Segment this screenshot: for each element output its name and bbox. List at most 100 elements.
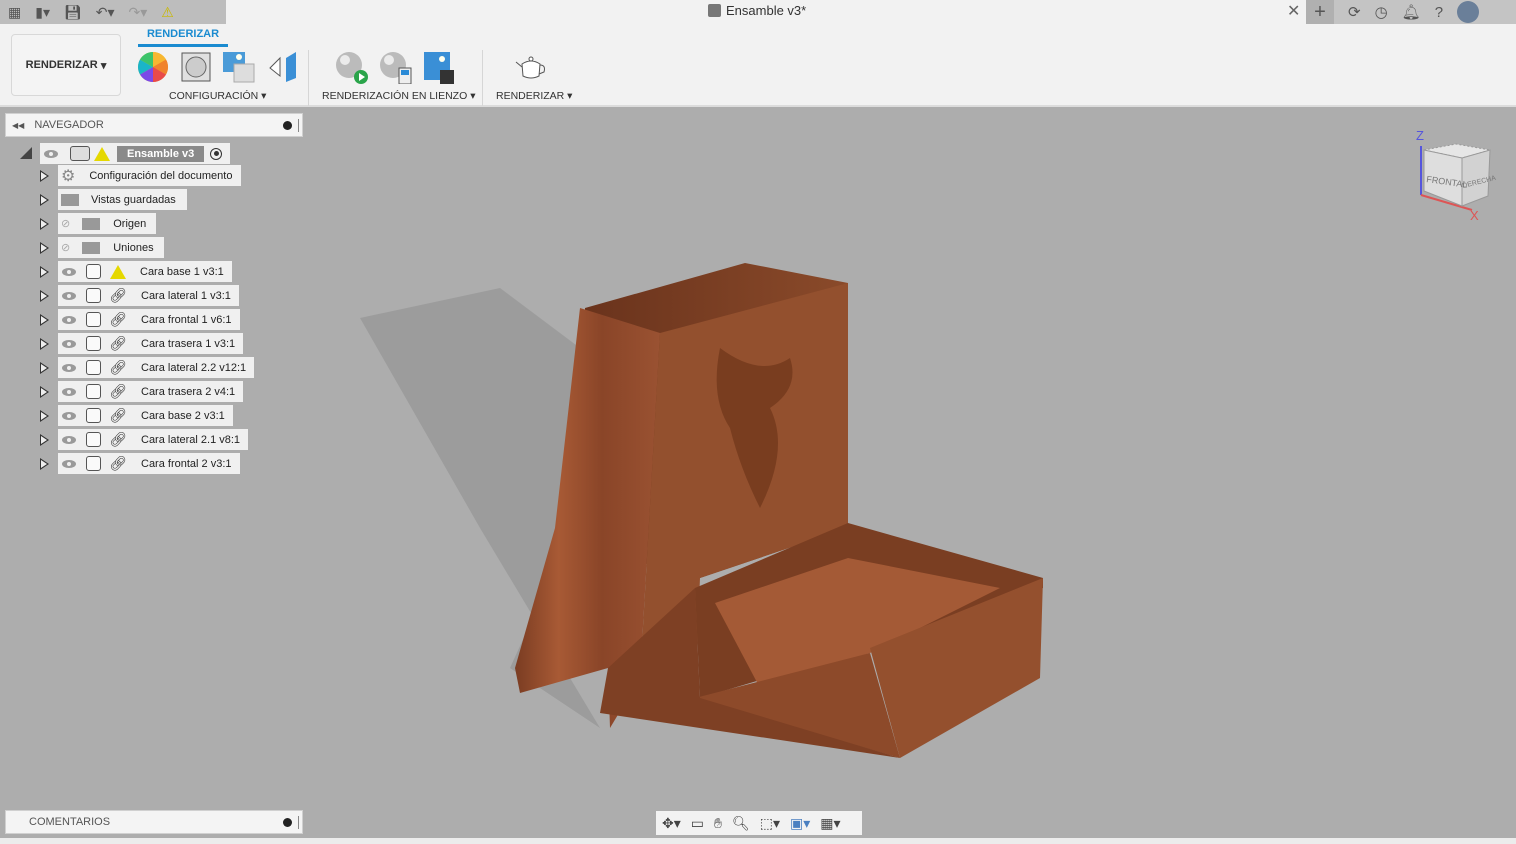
visibility-eye-icon[interactable] [62,411,76,420]
help-icon[interactable]: ? [1435,4,1443,21]
orbit-icon[interactable]: ✥▾ [662,815,681,832]
tree-item[interactable]: 🔗︎ Cara frontal 2 v3:1 [58,453,240,474]
link-icon: 🔗︎ [109,431,127,447]
navigator-header[interactable]: ◀◀ NAVEGADOR [5,113,303,137]
in-canvas-render-settings-icon[interactable] [378,50,412,84]
tree-item[interactable]: 🔗︎ Cara frontal 1 v6:1 [58,309,240,330]
visibility-eye-icon[interactable] [62,339,76,348]
expand-toggle[interactable] [40,266,49,278]
tree-item[interactable]: 🔗︎ Cara trasera 2 v4:1 [58,381,244,402]
tree-root[interactable]: Ensamble v3 [40,143,230,164]
render-teapot-icon[interactable] [514,50,548,84]
fit-icon[interactable]: ⬚▾ [760,815,780,832]
component-icon [86,432,101,447]
link-icon: 🔗︎ [109,359,127,375]
visibility-eye-icon[interactable] [62,267,76,276]
close-tab-icon[interactable]: ✕ [1287,1,1300,21]
document-title: Ensamble v3* [708,3,806,18]
texture-map-icon[interactable] [222,50,256,84]
renderizar-dropdown[interactable]: RENDERIZAR ▾ [496,90,572,102]
undo-icon[interactable]: ↶▾ [96,4,115,21]
visibility-eye-icon[interactable] [62,315,76,324]
tree-item[interactable]: 🔗︎ Cara lateral 1 v3:1 [58,285,239,306]
display-settings-icon[interactable]: ▣▾ [790,815,810,832]
link-icon: 🔗︎ [109,455,127,471]
scene-settings-icon[interactable] [179,50,213,84]
add-comment-icon[interactable] [283,818,292,827]
warning-icon[interactable]: ⚠ [161,4,174,21]
tree-item[interactable]: Cara base 1 v3:1 [58,261,232,282]
quick-access-toolbar: ▦ ▮▾ 💾︎ ↶▾ ↷▾ ⚠ [0,0,226,24]
folder-icon [82,217,101,230]
expand-toggle[interactable] [40,194,49,206]
decal-icon[interactable] [266,50,300,84]
look-at-icon[interactable]: ▭ [691,815,704,832]
hidden-eye-icon[interactable]: ⊘ [61,217,70,230]
folder-icon [61,193,79,206]
expand-toggle[interactable] [40,434,49,446]
component-icon [86,360,101,375]
tree-item[interactable]: 🔗︎ Cara trasera 1 v3:1 [58,333,244,354]
visibility-eye-icon[interactable] [62,459,76,468]
component-icon [86,288,101,303]
svg-text:Z: Z [1416,128,1424,143]
component-icon [86,312,101,327]
expand-toggle[interactable] [40,386,49,398]
hidden-eye-icon[interactable]: ⊘ [61,241,70,254]
in-canvas-render-icon[interactable] [334,50,368,84]
expand-toggle[interactable] [40,218,49,230]
save-icon[interactable]: 💾︎ [64,4,82,21]
configuracion-dropdown[interactable]: CONFIGURACIÓN ▾ [169,90,266,102]
tree-root-expander[interactable] [20,147,32,159]
grid-icon[interactable]: ▦▾ [820,815,840,832]
tree-item[interactable]: 🔗︎ Cara base 2 v3:1 [58,405,233,426]
tree-item[interactable]: Vistas guardadas [58,189,187,210]
file-icon[interactable]: ▮▾ [35,4,50,21]
title-bar: ▦ ▮▾ 💾︎ ↶▾ ↷▾ ⚠ Ensamble v3* ✕ + ⟳ ◷ 🔔︎ … [0,0,1516,24]
collapse-panel-icon[interactable]: ◀◀ [12,121,24,130]
visibility-eye-icon[interactable] [44,149,58,158]
visibility-eye-icon[interactable] [62,363,76,372]
expand-toggle[interactable] [40,242,49,254]
expand-toggle[interactable] [40,458,49,470]
expand-toggle[interactable] [40,362,49,374]
folder-icon [82,241,101,254]
appearance-icon[interactable] [136,50,170,84]
comments-header[interactable]: COMENTARIOS [5,810,303,834]
pan-icon[interactable]: ✋︎ [714,815,722,832]
renderizacion-en-lienzo-dropdown[interactable]: RENDERIZACIÓN EN LIENZO ▾ [322,90,475,102]
panel-resize-handle[interactable] [298,119,300,132]
user-avatar[interactable] [1457,1,1480,23]
expand-toggle[interactable] [40,410,49,422]
view-cube[interactable]: Z X FRONTAL DERECHA [1416,128,1506,233]
apps-grid-icon[interactable]: ▦ [8,4,21,21]
expand-toggle[interactable] [40,338,49,350]
gear-icon: ⚙ [61,167,76,185]
workspace-switcher[interactable]: RENDERIZAR ▾ [11,34,121,96]
activate-radio-icon[interactable] [210,147,223,160]
zoom-icon[interactable]: 🔍︎ [732,815,750,832]
tab-renderizar[interactable]: RENDERIZAR [138,28,228,47]
visibility-eye-icon[interactable] [62,435,76,444]
document-icon [708,4,721,17]
panel-resize-handle[interactable] [298,816,300,829]
link-icon: 🔗︎ [109,383,127,399]
notifications-icon[interactable]: 🔔︎ [1402,3,1421,21]
minimize-icon[interactable] [283,121,292,130]
tree-item[interactable]: ⚙ Configuración del documento [58,165,242,186]
tree-item[interactable]: ⊘ Uniones [58,237,164,258]
expand-toggle[interactable] [40,170,49,182]
new-tab-icon[interactable]: + [1306,0,1334,24]
visibility-eye-icon[interactable] [62,387,76,396]
tree-item[interactable]: 🔗︎ Cara lateral 2.2 v12:1 [58,357,255,378]
extensions-icon[interactable]: ⟳ [1348,3,1361,21]
component-icon [86,336,101,351]
visibility-eye-icon[interactable] [62,291,76,300]
capture-image-icon[interactable] [422,50,456,84]
history-icon[interactable]: ◷ [1375,3,1388,21]
tree-item[interactable]: ⊘ Origen [58,213,157,234]
expand-toggle[interactable] [40,314,49,326]
tree-item[interactable]: 🔗︎ Cara lateral 2.1 v8:1 [58,429,249,450]
redo-icon[interactable]: ↷▾ [129,4,148,21]
expand-toggle[interactable] [40,290,49,302]
